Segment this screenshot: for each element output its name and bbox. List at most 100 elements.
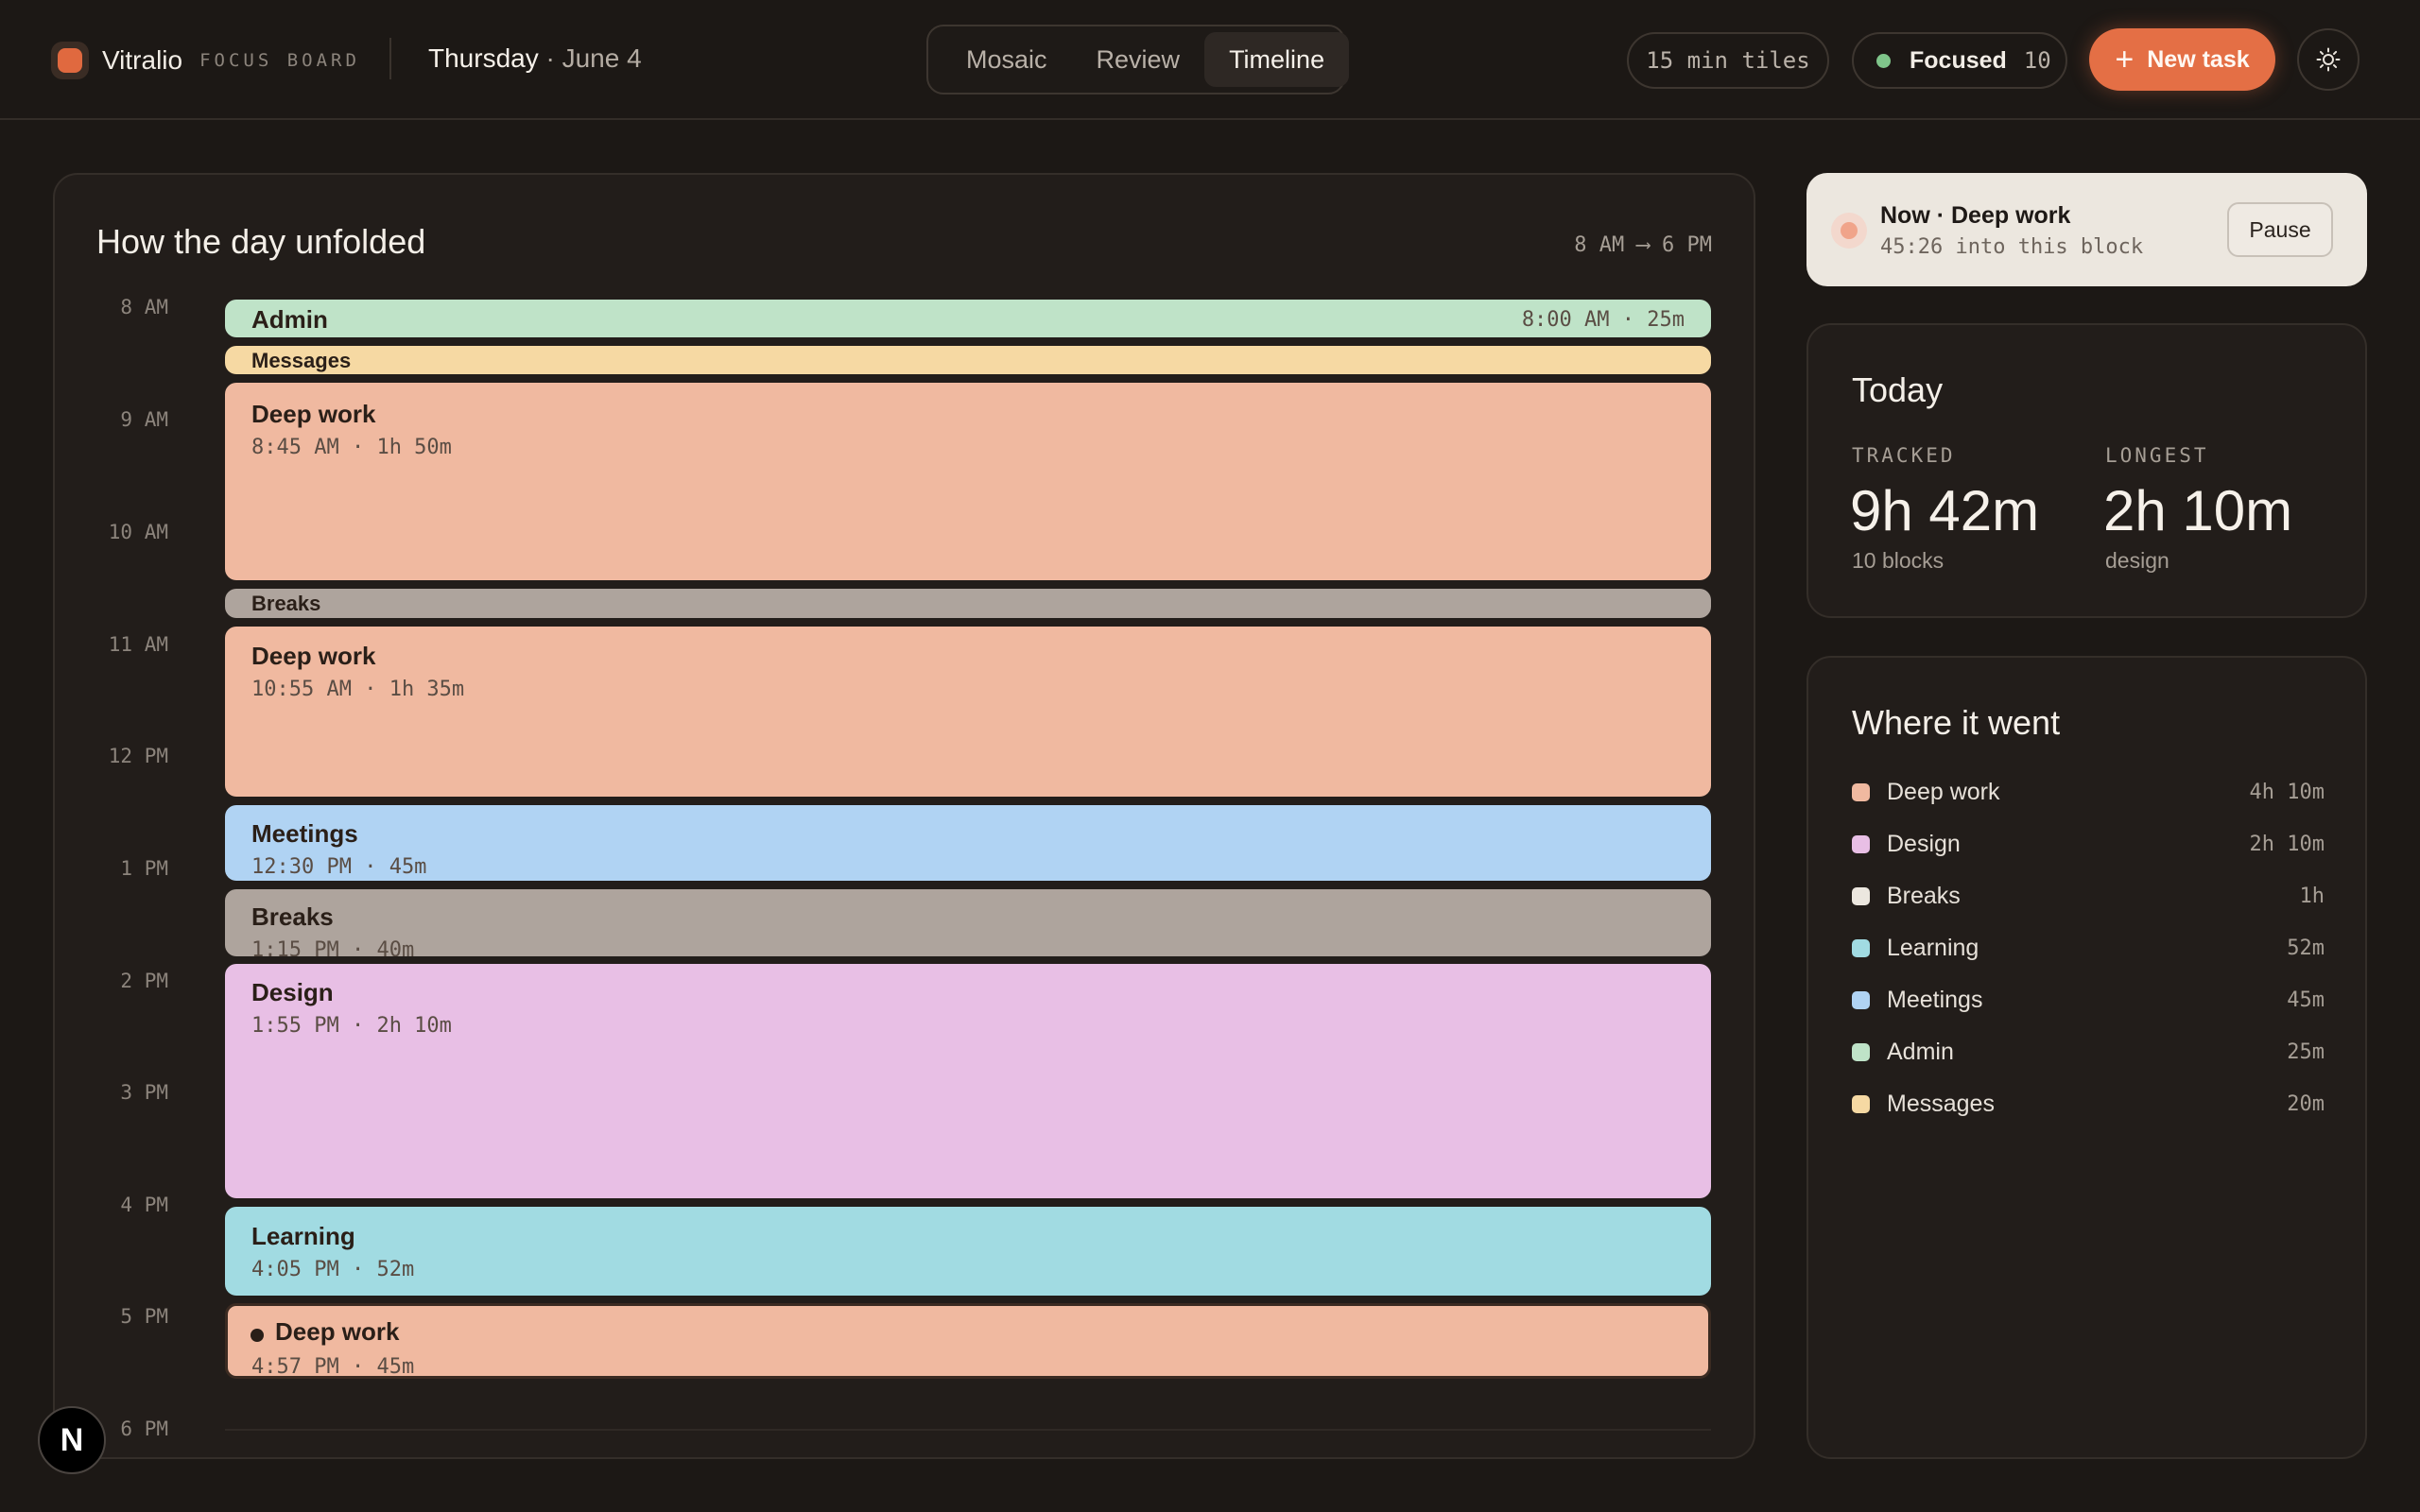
pause-button[interactable]: Pause	[2227, 202, 2333, 257]
block-meta: 8:45 AM · 1h 50m	[251, 436, 452, 459]
timeline-block-deep-work[interactable]: Deep work 10:55 AM · 1h 35m	[225, 627, 1711, 797]
block-meta: 10:55 AM · 1h 35m	[251, 678, 465, 701]
brand[interactable]: Vitralio FOCUS BOARD	[51, 42, 360, 79]
block-meta: 8:00 AM · 25m	[1521, 308, 1685, 332]
timeline-block-admin[interactable]: Admin 8:00 AM · 25m	[225, 300, 1711, 337]
hour-label: 10 AM	[108, 521, 168, 543]
legend-value: 52m	[2287, 936, 2325, 960]
legend-item: Deep work 4h 10m	[1852, 773, 2325, 811]
block-name: Messages	[251, 349, 352, 372]
legend-swatch	[1852, 938, 1870, 957]
date-separator: ·	[545, 43, 555, 73]
legend-value: 45m	[2287, 988, 2325, 1012]
legend-item: Admin 25m	[1852, 1033, 2325, 1071]
timeline-range: 8 AM ⟶ 6 PM	[1574, 233, 1712, 257]
legend-name: Learning	[1887, 934, 1979, 961]
hour-label: 12 PM	[108, 745, 168, 767]
theme-toggle-button[interactable]	[2297, 28, 2360, 91]
longest-label: LONGEST	[2105, 444, 2209, 467]
plus-icon: +	[2115, 42, 2135, 77]
app-header: Vitralio FOCUS BOARD Thursday · June 4 M…	[0, 0, 2420, 120]
new-task-label: New task	[2147, 45, 2250, 73]
block-meta: 4:05 PM · 52m	[251, 1258, 415, 1281]
tab-mosaic[interactable]: Mosaic	[942, 32, 1072, 87]
legend-item: Learning 52m	[1852, 929, 2325, 967]
legend-swatch	[1852, 886, 1870, 905]
block-name: Admin	[251, 305, 328, 334]
dev-tools-badge[interactable]: N	[38, 1406, 106, 1474]
block-name: Deep work	[251, 400, 376, 428]
brand-logo-icon	[51, 42, 89, 79]
legend-value: 25m	[2287, 1040, 2325, 1064]
block-name: Breaks	[251, 592, 321, 615]
new-task-button[interactable]: + New task	[2089, 28, 2275, 91]
current-date: Thursday · June 4	[428, 43, 642, 74]
legend-item: Meetings 45m	[1852, 981, 2325, 1019]
focused-filter-pill[interactable]: Focused 10	[1852, 32, 2067, 89]
timeline-block-deep-work[interactable]: Deep work 8:45 AM · 1h 50m	[225, 383, 1711, 580]
legend-swatch	[1852, 834, 1870, 853]
legend-name: Messages	[1887, 1090, 1995, 1117]
block-name: Deep work	[275, 1317, 400, 1346]
longest-value: 2h 10m	[2103, 479, 2293, 542]
hour-label: 9 AM	[120, 408, 168, 431]
end-of-day-line	[225, 1429, 1711, 1431]
where-title: Where it went	[1852, 703, 2061, 742]
date-month-day: June 4	[562, 43, 642, 73]
legend-item: Breaks 1h	[1852, 877, 2325, 915]
block-name: Meetings	[251, 819, 358, 848]
block-meta: 12:30 PM · 45m	[251, 855, 427, 879]
timeline-block-messages[interactable]: Messages	[225, 346, 1711, 374]
focused-count: 10	[2023, 47, 2051, 74]
block-name: Deep work	[251, 642, 376, 670]
timeline-title: How the day unfolded	[96, 222, 426, 261]
timeline-block-current-deep-work[interactable]: Deep work 4:57 PM · 45m	[225, 1303, 1711, 1379]
legend-value: 4h 10m	[2249, 780, 2325, 804]
tracked-value: 9h 42m	[1850, 479, 2040, 542]
legend-swatch	[1852, 1042, 1870, 1061]
legend-item: Messages 20m	[1852, 1085, 2325, 1123]
focused-label: Focused	[1910, 46, 2007, 74]
tile-size-pill[interactable]: 15 min tiles	[1627, 32, 1829, 89]
legend-name: Breaks	[1887, 882, 1961, 909]
legend-name: Admin	[1887, 1038, 1954, 1065]
live-indicator-icon	[1831, 213, 1867, 249]
today-title: Today	[1852, 370, 1944, 409]
header-divider	[389, 38, 391, 79]
hour-label: 11 AM	[108, 633, 168, 656]
legend-name: Deep work	[1887, 778, 2000, 805]
current-block-dot-icon	[251, 1329, 264, 1342]
timeline-block-meetings[interactable]: Meetings 12:30 PM · 45m	[225, 805, 1711, 881]
hour-label: 2 PM	[120, 970, 168, 992]
block-meta: 4:57 PM · 45m	[251, 1355, 415, 1379]
timeline-block-breaks[interactable]: Breaks 1:15 PM · 40m	[225, 889, 1711, 956]
legend-swatch	[1852, 990, 1870, 1009]
timeline-block-learning[interactable]: Learning 4:05 PM · 52m	[225, 1207, 1711, 1296]
block-name: Learning	[251, 1222, 355, 1250]
timeline-block-design[interactable]: Design 1:55 PM · 2h 10m	[225, 964, 1711, 1198]
block-meta: 1:55 PM · 2h 10m	[251, 1014, 452, 1038]
now-title: Now · Deep work	[1880, 202, 2071, 229]
today-stats-card: Today TRACKED 9h 42m 10 blocks LONGEST 2…	[1806, 323, 2367, 618]
brand-name: Vitralio	[102, 45, 183, 75]
view-tabs: Mosaic Review Timeline	[926, 25, 1350, 94]
legend-name: Design	[1887, 830, 1961, 857]
hour-label: 1 PM	[120, 857, 168, 880]
timeline-block-breaks[interactable]: Breaks	[225, 589, 1711, 618]
legend-value: 2h 10m	[2249, 832, 2325, 856]
now-elapsed: 45:26 into this block	[1880, 235, 2144, 259]
timeline-card: How the day unfolded 8 AM ⟶ 6 PM 8 AM 9 …	[53, 173, 1755, 1459]
block-name: Design	[251, 978, 334, 1006]
legend-item: Design 2h 10m	[1852, 825, 2325, 863]
sun-icon	[2316, 47, 2341, 72]
block-name: Breaks	[251, 902, 334, 931]
block-meta: 1:15 PM · 40m	[251, 938, 415, 956]
legend-value: 1h	[2299, 884, 2325, 908]
brand-subtitle: FOCUS BOARD	[199, 50, 360, 71]
hour-label: 8 AM	[120, 296, 168, 318]
focus-status-dot	[1876, 53, 1891, 68]
now-playing-card: Now · Deep work 45:26 into this block Pa…	[1806, 173, 2367, 286]
category-breakdown-card: Where it went Deep work 4h 10m Design 2h…	[1806, 656, 2367, 1459]
tab-review[interactable]: Review	[1072, 32, 1205, 87]
tab-timeline[interactable]: Timeline	[1204, 32, 1350, 87]
